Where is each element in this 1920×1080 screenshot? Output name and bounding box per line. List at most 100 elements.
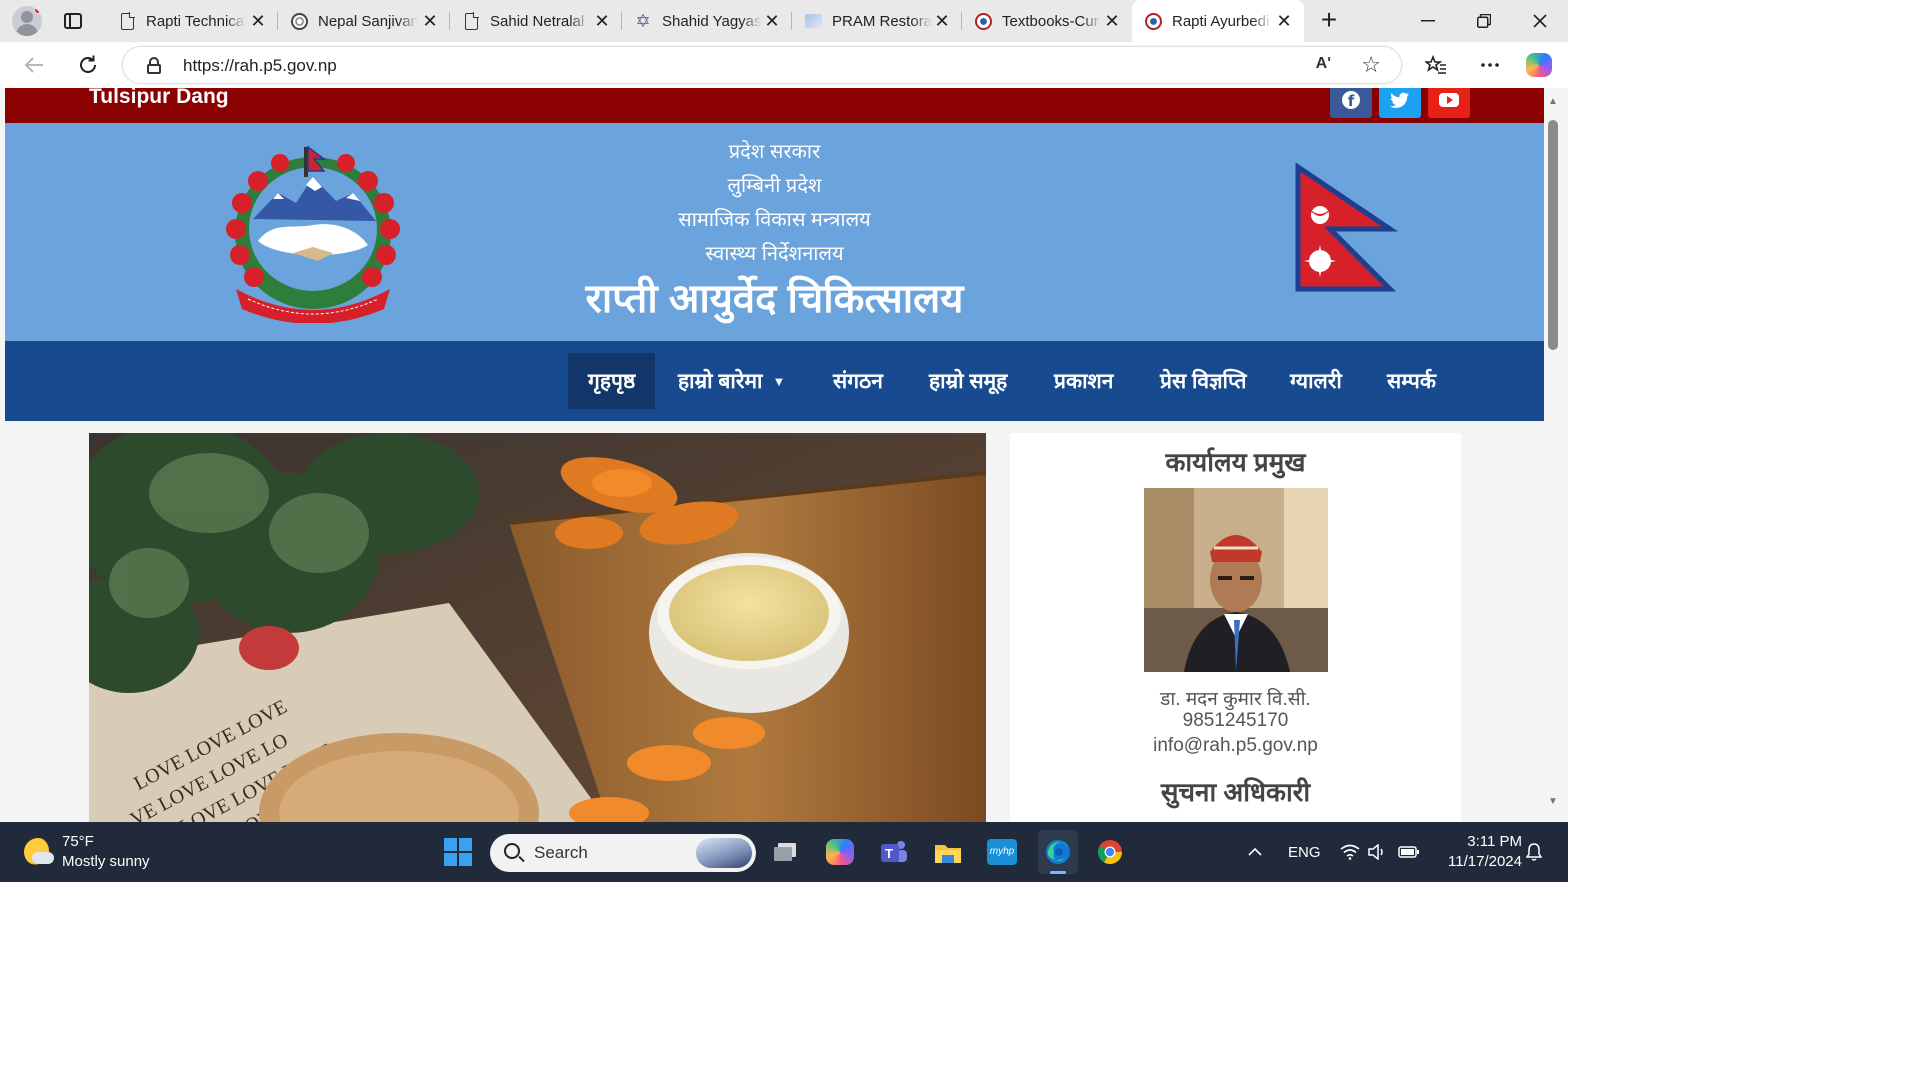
- clock-time: 3:11 PM: [1467, 833, 1522, 850]
- nav-home[interactable]: गृहपृष्ठ: [568, 353, 656, 409]
- office-chief-name: डा. मदन कुमार वि.सी.: [1160, 689, 1311, 710]
- refresh-button[interactable]: [74, 51, 102, 79]
- nav-about[interactable]: हाम्रो बारेमा ▼: [658, 353, 805, 409]
- minimize-button[interactable]: [1400, 0, 1456, 42]
- tab-title: PRAM Restora: [832, 12, 932, 30]
- url-text[interactable]: https://rah.p5.gov.np: [183, 56, 337, 76]
- document-icon: [462, 11, 480, 30]
- browser-tab[interactable]: ✡ Shahid Yagyas ✕: [622, 0, 792, 42]
- seal-icon: [290, 12, 308, 30]
- close-tab-icon[interactable]: ✕: [764, 12, 780, 30]
- show-hidden-icons-chevron[interactable]: [1248, 822, 1262, 882]
- close-tab-icon[interactable]: ✕: [934, 12, 950, 30]
- page-scrollbar[interactable]: ▲ ▼: [1544, 88, 1564, 822]
- office-chief-phone: 9851245170: [1182, 710, 1289, 731]
- restore-icon: [1477, 14, 1491, 28]
- browser-toolbar: https://rah.p5.gov.np Aʹ ☆: [0, 42, 1568, 88]
- back-button[interactable]: [20, 51, 48, 79]
- lock-icon[interactable]: [147, 57, 161, 74]
- copilot-taskbar-icon[interactable]: [822, 834, 858, 870]
- nav-gallery[interactable]: ग्यालरी: [1270, 353, 1362, 409]
- myhp-icon[interactable]: myhp: [984, 834, 1020, 870]
- nav-label: प्रकाशन: [1054, 370, 1114, 393]
- nav-label: हाम्रो समूह: [929, 370, 1008, 393]
- close-icon: [1533, 14, 1547, 28]
- browser-tab[interactable]: Textbooks-Cur ✕: [962, 0, 1132, 42]
- pram-icon: [804, 12, 822, 30]
- teams-icon[interactable]: T: [876, 834, 912, 870]
- browser-tab[interactable]: Nepal Sanjivan ✕: [278, 0, 450, 42]
- nav-organization[interactable]: संगठन: [813, 353, 903, 409]
- nav-our-team[interactable]: हाम्रो समूह: [909, 353, 1027, 409]
- chevron-down-icon: ▼: [772, 373, 786, 389]
- page-viewport: Tulsipur Dang f प्रदेश सरकार लुम्बिनी प्…: [0, 88, 1568, 822]
- close-window-button[interactable]: [1512, 0, 1568, 42]
- weather-widget[interactable]: 75°F Mostly sunny: [24, 832, 150, 872]
- edge-browser-icon[interactable]: [1038, 830, 1078, 874]
- more-options-icon[interactable]: [1476, 51, 1504, 79]
- scroll-up-icon[interactable]: ▲: [1547, 96, 1559, 107]
- twitter-button[interactable]: [1379, 88, 1421, 118]
- document-icon: [118, 11, 136, 30]
- hero-image: LOVE LOVE LOVE VE LOVE LOVE LO LOVE LOVE L…: [89, 433, 986, 822]
- tab-actions-icon[interactable]: [60, 8, 86, 34]
- weather-temperature: 75°F: [62, 833, 94, 850]
- nav-press-release[interactable]: प्रेस विज्ञप्ति: [1140, 353, 1266, 409]
- copilot-icon[interactable]: [1526, 53, 1552, 77]
- search-placeholder: Search: [534, 843, 588, 862]
- main-nav: गृहपृष्ठ हाम्रो बारेमा ▼ संगठन हाम्रो समू…: [5, 341, 1544, 421]
- windows-taskbar: 75°F Mostly sunny Search T myhp ENG 3:11…: [0, 822, 1568, 882]
- system-clock[interactable]: 3:11 PM 11/17/2024: [1430, 832, 1522, 872]
- restore-button[interactable]: [1456, 0, 1512, 42]
- read-aloud-icon[interactable]: Aʹ: [1316, 55, 1331, 73]
- facebook-icon: f: [1342, 91, 1360, 110]
- svg-text:T: T: [885, 846, 893, 861]
- weather-condition: Mostly sunny: [62, 853, 150, 870]
- scrollbar-thumb[interactable]: [1548, 120, 1558, 350]
- scroll-down-icon[interactable]: ▼: [1547, 796, 1559, 807]
- close-tab-icon[interactable]: ✕: [1104, 12, 1120, 30]
- task-view-icon[interactable]: [768, 834, 804, 870]
- close-tab-icon[interactable]: ✕: [250, 12, 266, 30]
- close-tab-icon[interactable]: ✕: [594, 12, 610, 30]
- address-bar[interactable]: https://rah.p5.gov.np Aʹ ☆: [122, 46, 1402, 84]
- tab-title: Rapti Technical: [146, 12, 246, 30]
- file-explorer-icon[interactable]: [930, 834, 966, 870]
- notifications-bell-icon[interactable]: [1526, 822, 1542, 882]
- browser-tab[interactable]: PRAM Restora ✕: [792, 0, 962, 42]
- close-tab-icon[interactable]: ✕: [1276, 12, 1292, 30]
- taskbar-search[interactable]: Search: [490, 834, 756, 872]
- volume-icon[interactable]: [1368, 822, 1388, 882]
- refresh-icon: [80, 55, 96, 73]
- profile-avatar-icon[interactable]: [12, 6, 42, 36]
- search-highlight-image: [696, 838, 752, 868]
- nav-label: ग्यालरी: [1290, 370, 1342, 393]
- browser-tab-active[interactable]: Rapti Ayurbedi ✕: [1132, 0, 1304, 42]
- clock-date: 11/17/2024: [1448, 853, 1522, 870]
- wifi-icon[interactable]: [1340, 822, 1360, 882]
- minimize-icon: [1421, 20, 1435, 22]
- battery-icon[interactable]: [1398, 822, 1420, 882]
- favorite-star-icon[interactable]: ☆: [1361, 52, 1381, 78]
- partly-sunny-icon: [24, 838, 54, 866]
- language-indicator[interactable]: ENG: [1288, 822, 1321, 882]
- star-icon: ✡: [635, 10, 651, 31]
- new-tab-button[interactable]: +: [1316, 6, 1342, 34]
- sidebar-panel: कार्यालय प्रमुख डा. मदन कुमार वि.सी. 985…: [1010, 433, 1461, 822]
- nav-label: सम्पर्क: [1387, 370, 1436, 393]
- browser-tab[interactable]: Rapti Technical ✕: [106, 0, 278, 42]
- chrome-icon[interactable]: [1092, 834, 1128, 870]
- close-tab-icon[interactable]: ✕: [422, 12, 438, 30]
- tab-title: Textbooks-Cur: [1002, 12, 1099, 30]
- nav-publications[interactable]: प्रकाशन: [1034, 353, 1133, 409]
- top-strip: Tulsipur Dang f: [5, 88, 1544, 123]
- nav-contact[interactable]: सम्पर्क: [1367, 353, 1456, 409]
- tab-title: Nepal Sanjivan: [318, 12, 418, 30]
- favorites-icon[interactable]: [1422, 51, 1450, 79]
- office-chief-email[interactable]: info@rah.p5.gov.np: [1010, 735, 1461, 757]
- youtube-icon: [1439, 93, 1459, 107]
- browser-tab[interactable]: Sahid Netralal ✕: [450, 0, 622, 42]
- youtube-button[interactable]: [1428, 88, 1470, 118]
- start-button[interactable]: [440, 834, 476, 870]
- facebook-button[interactable]: f: [1330, 88, 1372, 118]
